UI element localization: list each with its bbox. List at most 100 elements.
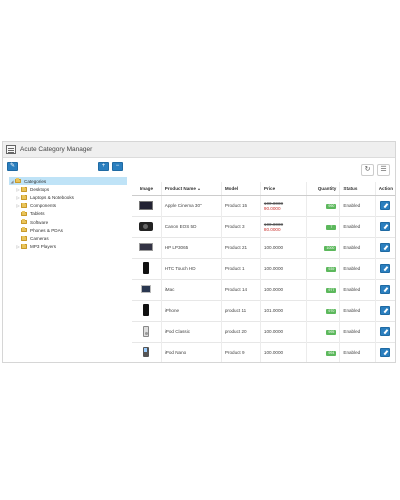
tree-item-laptops[interactable]: ▷ Laptops & Notebooks [9,193,127,201]
folder-icon [21,186,27,192]
tree-item-desktops[interactable]: ▷ Desktops [9,185,127,193]
product-model: Product 21 [221,236,261,258]
refresh-button[interactable]: ↻ [361,164,374,176]
product-status: Enabled [339,257,376,279]
edit-product-button[interactable] [380,305,391,315]
column-header-product-name[interactable]: Product Name ▲ [161,182,222,196]
product-price-cell: 100.0000 90.0000 [260,194,307,216]
tree-item-label: Phones & PDAs [30,227,63,233]
tree-item-label: Categories [24,178,47,184]
column-header-quantity[interactable]: Quantity [306,182,341,196]
product-status: Enabled [339,215,376,237]
app-logo-icon [6,145,16,154]
tree-item-label: Software [30,219,49,225]
product-model: Product 14 [221,278,261,300]
edit-product-button[interactable] [380,284,391,294]
quantity-badge: 990 [326,203,337,209]
special-price: 90.0000 [263,205,281,211]
product-status: Enabled [339,278,376,300]
tree-item-cameras[interactable]: Cameras [9,234,127,242]
tree-item-software[interactable]: Software [9,218,127,226]
product-thumbnail-image [143,347,150,358]
panel-header: Acute Category Manager [3,142,395,158]
edit-product-button[interactable] [380,263,391,273]
plus-icon: + [101,163,106,169]
table-row: Apple Cinema 30" Product 15 100.0000 90.0… [132,194,395,216]
product-thumbnail-image [141,285,152,293]
product-status: Enabled [339,299,376,321]
quantity-badge: 1000 [324,245,337,251]
product-name: iMac [161,278,222,300]
product-status: Enabled [339,341,376,362]
product-name: iPod Nano [161,341,222,362]
category-manager-panel: Acute Category Manager ✎ + − ◢ Categorie… [2,141,396,363]
tree-item-mp3-players[interactable]: ▷ MP3 Players [9,243,127,251]
product-status: Enabled [339,236,376,258]
product-price: 100.0000 [260,257,307,279]
column-header-action: Action [375,182,395,196]
table-row: iPod Nano Product 9 100.0000 994 Enabled [132,341,395,362]
quantity-badge: 994 [326,350,337,356]
quantity-badge: 970 [326,308,337,314]
tree-item-components[interactable]: ▷ Components [9,202,127,210]
edit-product-button[interactable] [380,347,391,357]
edit-product-button[interactable] [380,242,391,252]
edit-product-button[interactable] [380,326,391,336]
product-model: Product 15 [221,194,261,216]
category-tree: ◢ Categories ▷ Desktops ▷ Laptops & Note… [9,177,127,251]
column-header-status[interactable]: Status [339,182,376,196]
product-list-pane: ↻ ☰ Image Product Name ▲ Model Price Qua… [128,158,395,362]
columns-button[interactable]: ☰ [377,164,390,176]
quantity-badge: 995 [326,329,337,335]
folder-icon [21,227,27,233]
product-model: Product 9 [221,341,261,362]
tree-item-label: Desktops [30,186,50,192]
quantity-badge: 7 [326,224,337,230]
edit-category-button[interactable]: ✎ [7,162,18,171]
product-price: 101.0000 [260,299,307,321]
pencil-icon: ✎ [9,163,16,169]
tree-item-tablets[interactable]: Tablets [9,210,127,218]
sort-ascending-icon: ▲ [197,186,201,191]
tree-item-label: MP3 Players [30,244,57,250]
edit-product-button[interactable] [380,221,391,231]
product-price: 100.0000 [260,341,307,362]
expand-all-button[interactable]: + [98,162,109,171]
product-name: HTC Touch HD [161,257,222,279]
table-row: HTC Touch HD Product 1 100.0000 939 Enab… [132,257,395,279]
product-table: Image Product Name ▲ Model Price Quantit… [132,182,395,362]
product-price: 100.0000 [260,278,307,300]
folder-icon [21,235,27,241]
product-status: Enabled [339,320,376,342]
product-thumbnail-image [143,304,150,316]
product-name: Apple Cinema 30" [161,194,222,216]
product-thumbnail-image [139,243,154,251]
category-tree-pane: ✎ + − ◢ Categories ▷ Desktops ▷ Laptops … [3,158,127,362]
product-model: Product 3 [221,215,261,237]
product-thumbnail-image [143,325,150,337]
table-row: Canon EOS 5D Product 3 100.0000 80.0000 7… [132,215,395,237]
product-price: 100.0000 [260,320,307,342]
column-header-image: Image [132,182,162,196]
product-price: 100.0000 [260,236,307,258]
tree-item-phones[interactable]: Phones & PDAs [9,226,127,234]
table-row: HP LP3065 Product 21 100.0000 1000 Enabl… [132,236,395,258]
edit-product-button[interactable] [380,200,391,210]
column-header-model[interactable]: Model [221,182,261,196]
panel-title: Acute Category Manager [20,146,93,153]
quantity-badge: 977 [326,287,337,293]
minus-icon: − [115,163,120,169]
list-icon: ☰ [380,166,387,173]
product-status: Enabled [339,194,376,216]
product-price-cell: 100.0000 80.0000 [260,215,307,237]
quantity-badge: 939 [326,266,337,272]
product-name: Canon EOS 5D [161,215,222,237]
table-row: iPod Classic product 20 100.0000 995 Ena… [132,320,395,342]
tree-item-label: Cameras [30,235,49,241]
column-header-price[interactable]: Price [260,182,307,196]
tree-root-categories[interactable]: ◢ Categories [9,177,127,186]
folder-icon [21,194,27,200]
collapse-all-button[interactable]: − [112,162,123,171]
product-model: product 20 [221,320,261,342]
folder-icon [21,243,27,249]
